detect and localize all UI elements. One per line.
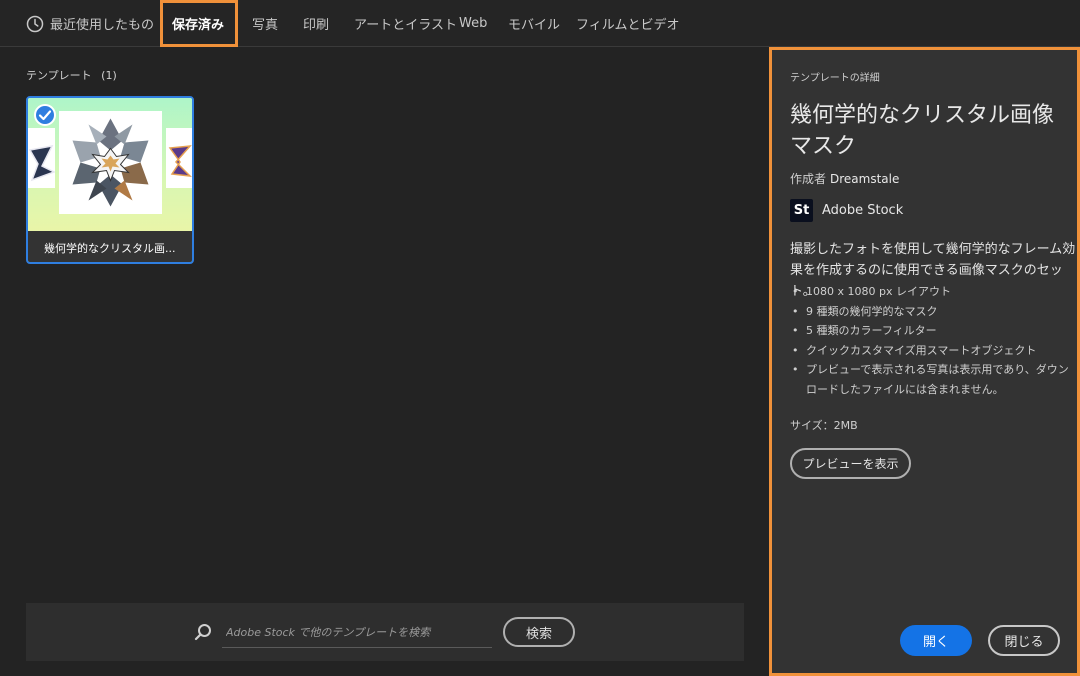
template-title: 幾何学的なクリスタル画像マスク	[790, 103, 1055, 159]
template-card[interactable]: 幾何学的なクリスタル画...	[26, 96, 194, 264]
template-details-panel: テンプレートの詳細 幾何学的なクリスタル画像マスク 作成者 Dreamstale …	[769, 47, 1080, 676]
tab-recent[interactable]: 最近使用したもの	[26, 0, 154, 47]
feature-item: 1080 x 1080 px レイアウト	[790, 282, 1076, 302]
feature-item: プレビューで表示される写真は表示用であり、ダウンロードしたファイルには含まれませ…	[790, 360, 1076, 399]
tab-mobile[interactable]: モバイル	[508, 0, 560, 47]
file-size: サイズ：2MB	[790, 419, 858, 432]
details-label: テンプレートの詳細	[790, 73, 880, 84]
search-icon	[194, 624, 211, 641]
templates-count: (1)	[101, 69, 117, 82]
tab-print[interactable]: 印刷	[303, 0, 329, 47]
author-line: 作成者 Dreamstale	[790, 170, 899, 187]
thumbnail-right-page	[166, 128, 192, 188]
tab-web[interactable]: Web	[459, 0, 487, 47]
search-button[interactable]: 検索	[503, 617, 575, 647]
thumbnail-left-page	[28, 128, 56, 188]
tab-art[interactable]: アートとイラスト	[354, 0, 457, 47]
feature-item: クイックカスタマイズ用スマートオブジェクト	[790, 341, 1076, 361]
clock-icon	[26, 15, 44, 32]
author-name: Dreamstale	[830, 172, 900, 186]
close-button[interactable]: 閉じる	[988, 625, 1060, 656]
feature-item: 9 種類の幾何学的なマスク	[790, 302, 1076, 322]
templates-section-title: テンプレート (1)	[26, 67, 117, 83]
tab-recent-label: 最近使用したもの	[50, 18, 155, 33]
tab-film[interactable]: フィルムとビデオ	[576, 0, 679, 47]
feature-list: 1080 x 1080 px レイアウト 9 種類の幾何学的なマスク 5 種類の…	[790, 282, 1076, 399]
tab-photo[interactable]: 写真	[252, 0, 278, 47]
stock-search-bar: 検索	[26, 603, 744, 661]
template-card-caption: 幾何学的なクリスタル画...	[28, 231, 192, 262]
templates-label: テンプレート	[26, 69, 92, 82]
top-navigation: 最近使用したもの 保存済み 写真 印刷 アートとイラスト Web モバイル フィ…	[0, 0, 1080, 47]
crystal-mask-preview	[59, 111, 162, 214]
adobe-stock-logo: St	[790, 199, 813, 222]
source-name: Adobe Stock	[822, 203, 904, 218]
author-label: 作成者	[790, 172, 827, 186]
stock-search-input[interactable]	[222, 617, 492, 648]
show-preview-button[interactable]: プレビューを表示	[790, 448, 911, 479]
open-button[interactable]: 開く	[900, 625, 972, 656]
selected-check-icon	[34, 104, 56, 126]
feature-item: 5 種類のカラーフィルター	[790, 321, 1076, 341]
active-tab-highlight	[160, 0, 238, 47]
